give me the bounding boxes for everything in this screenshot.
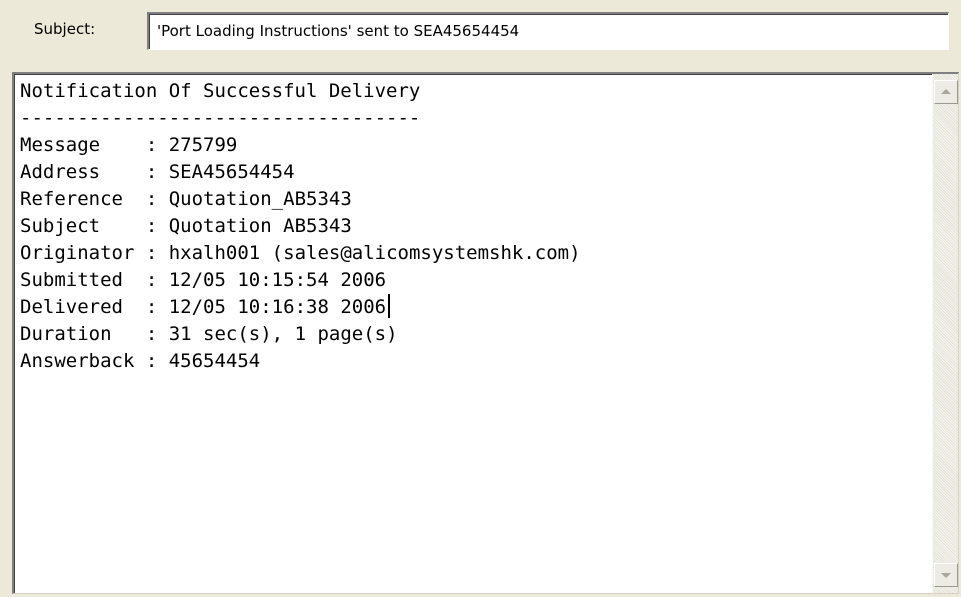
field-label-address: Address [20, 161, 146, 183]
field-colon: : [145, 323, 169, 345]
field-label-delivered: Delivered [20, 296, 146, 318]
field-colon: : [145, 161, 169, 183]
field-value-originator: hxalh001 (sales@alicomsystemshk.com) [168, 242, 581, 264]
field-value-duration: 31 sec(s), 1 page(s) [168, 323, 398, 345]
field-value-message: 275799 [168, 134, 238, 156]
field-label-originator: Originator [20, 242, 146, 264]
field-colon: : [145, 269, 169, 291]
message-separator: ----------------------------------- [20, 107, 421, 129]
scroll-down-arrow-icon [941, 573, 951, 578]
message-text[interactable]: Notification Of Successful Delivery ----… [20, 78, 581, 375]
field-value-reference: Quotation_AB5343 [168, 188, 352, 210]
field-colon: : [145, 215, 169, 237]
message-title: Notification Of Successful Delivery [20, 80, 421, 102]
field-value-delivered: 12/05 10:16:38 2006 [168, 296, 387, 318]
subject-row: Subject: 'Port Loading Instructions' sen… [0, 0, 961, 62]
field-colon: : [145, 296, 169, 318]
field-value-subject: Quotation AB5343 [168, 215, 352, 237]
scroll-up-button[interactable] [934, 80, 958, 104]
vertical-scrollbar[interactable] [932, 74, 958, 593]
scroll-down-button[interactable] [934, 563, 958, 587]
field-value-answerback: 45654454 [168, 350, 261, 372]
field-label-message: Message [20, 134, 146, 156]
field-label-duration: Duration [20, 323, 146, 345]
field-colon: : [145, 242, 169, 264]
field-colon: : [145, 134, 169, 156]
field-label-answerback: Answerback [20, 350, 146, 372]
field-label-submitted: Submitted [20, 269, 146, 291]
text-cursor [388, 294, 390, 318]
field-colon: : [145, 350, 169, 372]
field-label-reference: Reference [20, 188, 146, 210]
subject-field[interactable]: 'Port Loading Instructions' sent to SEA4… [147, 12, 949, 50]
scroll-up-arrow-icon [941, 89, 951, 94]
field-value-submitted: 12/05 10:15:54 2006 [168, 269, 387, 291]
field-colon: : [145, 188, 169, 210]
message-body[interactable]: Notification Of Successful Delivery ----… [12, 72, 959, 594]
field-value-address: SEA45654454 [168, 161, 295, 183]
field-label-subject: Subject [20, 215, 146, 237]
subject-label: Subject: [34, 20, 96, 38]
